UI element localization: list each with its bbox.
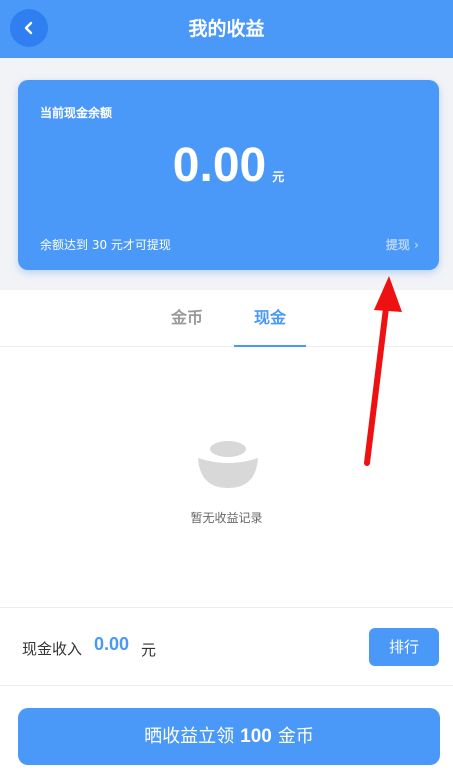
ranking-button[interactable]: 排行	[369, 628, 439, 666]
empty-state-text: 暂无收益记录	[190, 511, 263, 525]
balance-card: 当前现金余额 0.00 元 余额达到 30 元才可提现 提现 ›	[18, 80, 439, 270]
withdraw-threshold-note: 余额达到 30 元才可提现	[40, 238, 171, 252]
share-earnings-button[interactable]: 晒收益立领 100 金币	[18, 708, 440, 765]
withdraw-link[interactable]: 提现 ›	[386, 236, 419, 253]
tab-coins[interactable]: 金币	[152, 290, 222, 347]
income-unit: 元	[141, 641, 157, 659]
balance-unit: 元	[272, 170, 285, 184]
balance-amount: 0.00	[172, 139, 267, 192]
tab-cash[interactable]: 现金	[234, 290, 306, 347]
tab-bar: 金币 现金	[0, 290, 453, 347]
income-value: 0.00	[94, 634, 130, 654]
cash-income-row: 现金收入 0.00 元 排行	[0, 607, 453, 686]
header: 我的收益	[0, 0, 453, 58]
share-amount: 100	[240, 726, 272, 747]
page-title: 我的收益	[188, 18, 265, 40]
ingot-icon	[198, 441, 258, 488]
share-suffix: 金币	[277, 726, 314, 747]
income-label: 现金收入	[22, 640, 83, 658]
balance-label: 当前现金余额	[40, 106, 113, 120]
share-prefix: 晒收益立领	[144, 726, 235, 747]
balance-amount-row: 0.00 元	[18, 138, 439, 193]
